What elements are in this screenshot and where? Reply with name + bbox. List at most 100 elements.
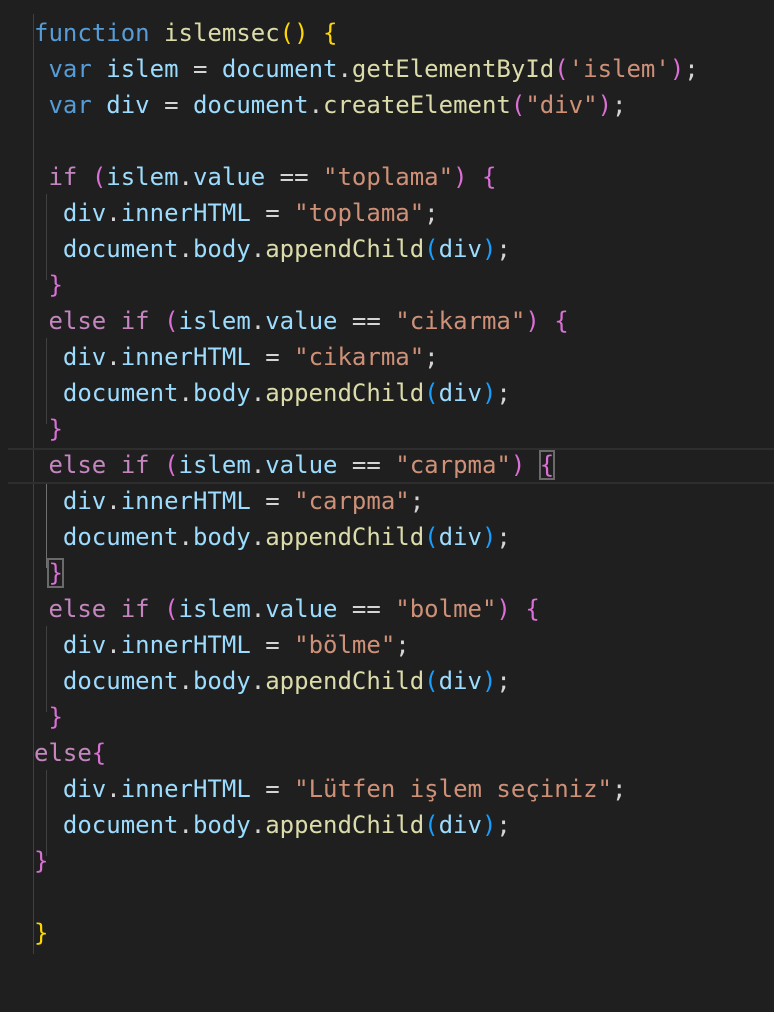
code-token: . <box>178 379 193 407</box>
code-token: document <box>62 379 179 407</box>
code-token: "div" <box>525 91 598 119</box>
code-token: "Lütfen işlem seçiniz" <box>294 775 613 803</box>
code-line: } <box>34 411 699 447</box>
code-line: function islemsec() { <box>34 15 699 51</box>
code-token: getElementById <box>351 55 555 83</box>
code-token: ) <box>481 523 497 551</box>
code-line: document.body.appendChild(div); <box>34 663 699 699</box>
code-token: else <box>48 307 107 335</box>
code-line: div.innerHTML = "Lütfen işlem seçiniz"; <box>34 771 699 807</box>
code-token: if <box>120 451 150 479</box>
code-token: ) <box>597 91 613 119</box>
code-token: . <box>178 235 193 263</box>
code-token: ) <box>496 595 511 623</box>
code-token: { <box>481 163 497 191</box>
code-token: . <box>178 163 193 191</box>
code-token: ; <box>496 523 511 551</box>
code-token: div <box>62 487 107 515</box>
code-token: . <box>308 91 324 119</box>
code-token: if <box>120 307 150 335</box>
code-token: body <box>192 523 251 551</box>
code-token: islem <box>178 307 251 335</box>
code-token: islem <box>178 595 251 623</box>
code-line: else if (islem.value == "carpma") { <box>34 447 699 483</box>
code-token: { <box>538 450 556 480</box>
code-token: ( <box>164 451 179 479</box>
code-token: . <box>178 811 193 839</box>
code-token: . <box>250 523 266 551</box>
code-token: ; <box>496 235 511 263</box>
code-token: document <box>62 523 179 551</box>
code-area[interactable]: function islemsec() { var islem = docume… <box>34 15 699 951</box>
code-line: div.innerHTML = "cikarma"; <box>34 339 699 375</box>
code-token: } <box>34 919 49 947</box>
code-token: ; <box>496 811 511 839</box>
code-line: document.body.appendChild(div); <box>34 231 699 267</box>
code-token: ; <box>612 91 627 119</box>
code-token: ; <box>409 487 425 515</box>
code-token: "toplama" <box>323 163 454 191</box>
code-token: body <box>192 379 251 407</box>
code-token: if <box>48 163 78 191</box>
code-line: if (islem.value == "toplama") { <box>34 159 699 195</box>
code-token: ) <box>453 163 468 191</box>
code-token: . <box>250 307 266 335</box>
code-token: div <box>106 91 150 119</box>
code-token: ( <box>424 379 439 407</box>
code-token: div <box>438 379 482 407</box>
code-line: } <box>34 699 699 735</box>
code-token: = <box>250 343 295 371</box>
code-line: var div = document.createElement("div"); <box>34 87 699 123</box>
code-token: ; <box>612 775 627 803</box>
code-token: { <box>323 19 338 47</box>
code-line: else if (islem.value == "cikarma") { <box>34 303 699 339</box>
code-token: . <box>106 343 121 371</box>
code-token: == <box>337 595 396 623</box>
code-token: appendChild <box>265 667 425 695</box>
code-token: if <box>120 595 150 623</box>
code-token: ) <box>525 307 540 335</box>
code-line: else if (islem.value == "bolme") { <box>34 591 699 627</box>
code-token: div <box>438 523 482 551</box>
code-token: appendChild <box>265 235 425 263</box>
code-token: 'islem' <box>568 55 670 83</box>
code-line: document.body.appendChild(div); <box>34 375 699 411</box>
code-line: } <box>34 555 699 591</box>
code-token: == <box>337 451 396 479</box>
code-editor[interactable]: function islemsec() { var islem = docume… <box>0 0 774 1012</box>
code-token: . <box>106 775 121 803</box>
code-token: ) <box>481 379 497 407</box>
code-token: ) <box>669 55 685 83</box>
code-token: . <box>106 199 121 227</box>
code-token: . <box>250 451 266 479</box>
code-token: == <box>265 163 324 191</box>
code-token: document <box>221 55 338 83</box>
code-token: div <box>438 667 482 695</box>
code-token: document <box>192 91 309 119</box>
code-line: } <box>34 843 699 879</box>
code-token: = <box>250 775 295 803</box>
code-token: innerHTML <box>120 631 251 659</box>
code-token: div <box>438 811 482 839</box>
code-token: div <box>62 775 107 803</box>
code-token: ) <box>481 811 497 839</box>
code-line: else{ <box>34 735 699 771</box>
code-token: ( <box>554 55 569 83</box>
code-token: function <box>34 19 150 47</box>
